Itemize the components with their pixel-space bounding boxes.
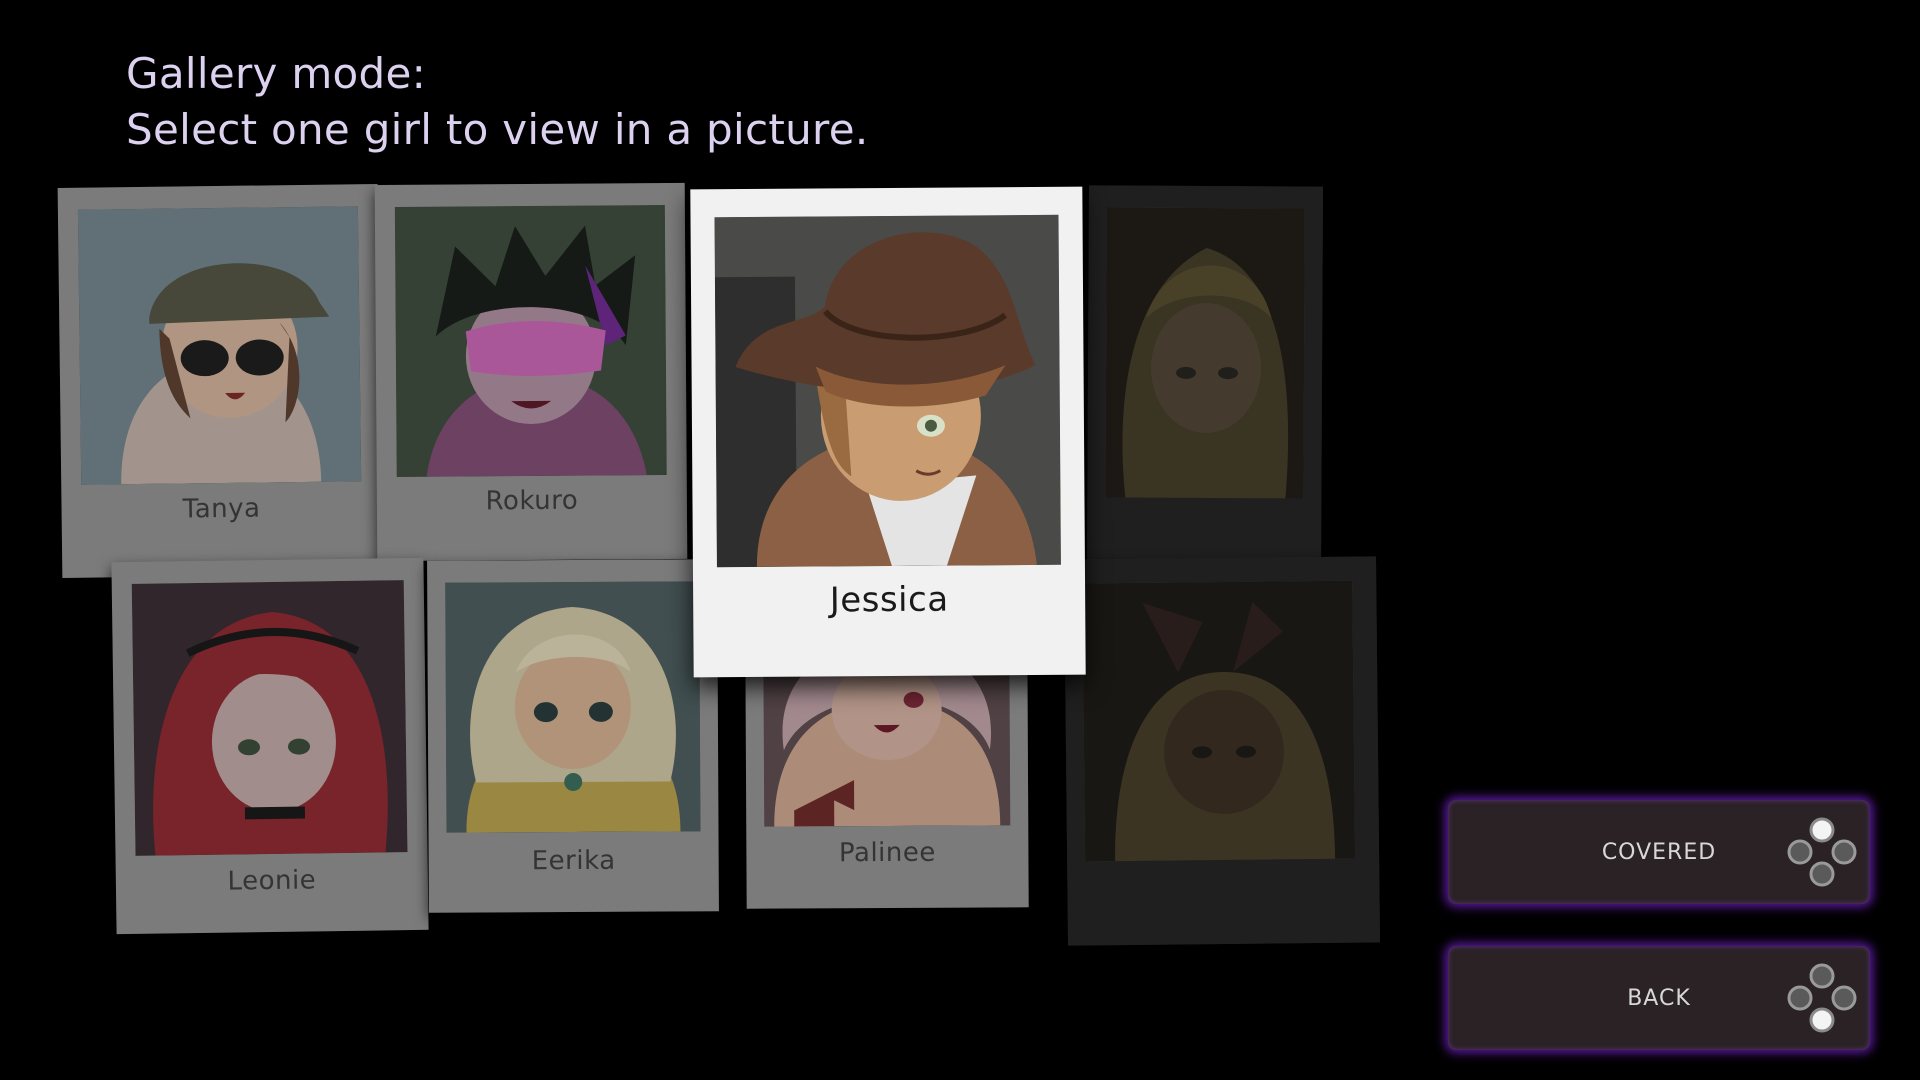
gamepad-face-buttons-icon	[1787, 817, 1857, 887]
gallery-card-eerika[interactable]: Eerika	[427, 559, 719, 913]
locked-portrait-image	[1105, 207, 1305, 499]
rokuro-portrait-icon	[394, 205, 667, 477]
tanya-portrait-image	[77, 206, 362, 485]
rokuro-portrait-image	[394, 205, 667, 477]
locked-portrait-image	[1082, 580, 1356, 862]
back-button-label: BACK	[1627, 985, 1691, 1011]
card-name-leonie: Leonie	[227, 865, 317, 897]
instructions-title: Gallery mode:	[126, 49, 427, 98]
eerika-portrait-icon	[445, 581, 701, 833]
back-button[interactable]: BACK	[1448, 946, 1870, 1050]
covered-button[interactable]: COVERED	[1448, 800, 1870, 904]
leonie-portrait-icon	[131, 580, 408, 856]
instructions: Gallery mode: Select one girl to view in…	[126, 46, 869, 158]
bunny-girl-silhouette-icon	[1082, 580, 1356, 862]
card-name-eerika: Eerika	[531, 845, 616, 877]
gallery-card-locked-1[interactable]	[1087, 185, 1323, 567]
instructions-subtitle: Select one girl to view in a picture.	[126, 105, 869, 154]
jessica-portrait-image	[714, 214, 1061, 568]
gallery-card-tanya[interactable]: Tanya	[57, 184, 383, 578]
card-name-palinee: Palinee	[838, 837, 936, 869]
gallery-card-rokuro[interactable]: Rokuro	[374, 182, 688, 562]
gallery-card-jessica[interactable]: Jessica	[690, 186, 1086, 678]
card-name-rokuro: Rokuro	[485, 485, 579, 517]
gamepad-face-buttons-icon	[1787, 963, 1857, 1033]
jessica-portrait-icon	[714, 214, 1061, 568]
leonie-portrait-image	[131, 580, 408, 856]
covered-button-label: COVERED	[1601, 839, 1717, 865]
eerika-portrait-image	[445, 581, 701, 833]
gallery-card-palinee[interactable]: Palinee	[745, 639, 1029, 909]
card-name-jessica: Jessica	[829, 579, 949, 621]
gallery-card-locked-2[interactable]	[1063, 556, 1381, 946]
card-name-tanya: Tanya	[182, 493, 261, 525]
blonde-girl-silhouette-icon	[1105, 207, 1305, 499]
gallery-card-leonie[interactable]: Leonie	[111, 557, 429, 935]
tanya-portrait-icon	[77, 206, 362, 485]
